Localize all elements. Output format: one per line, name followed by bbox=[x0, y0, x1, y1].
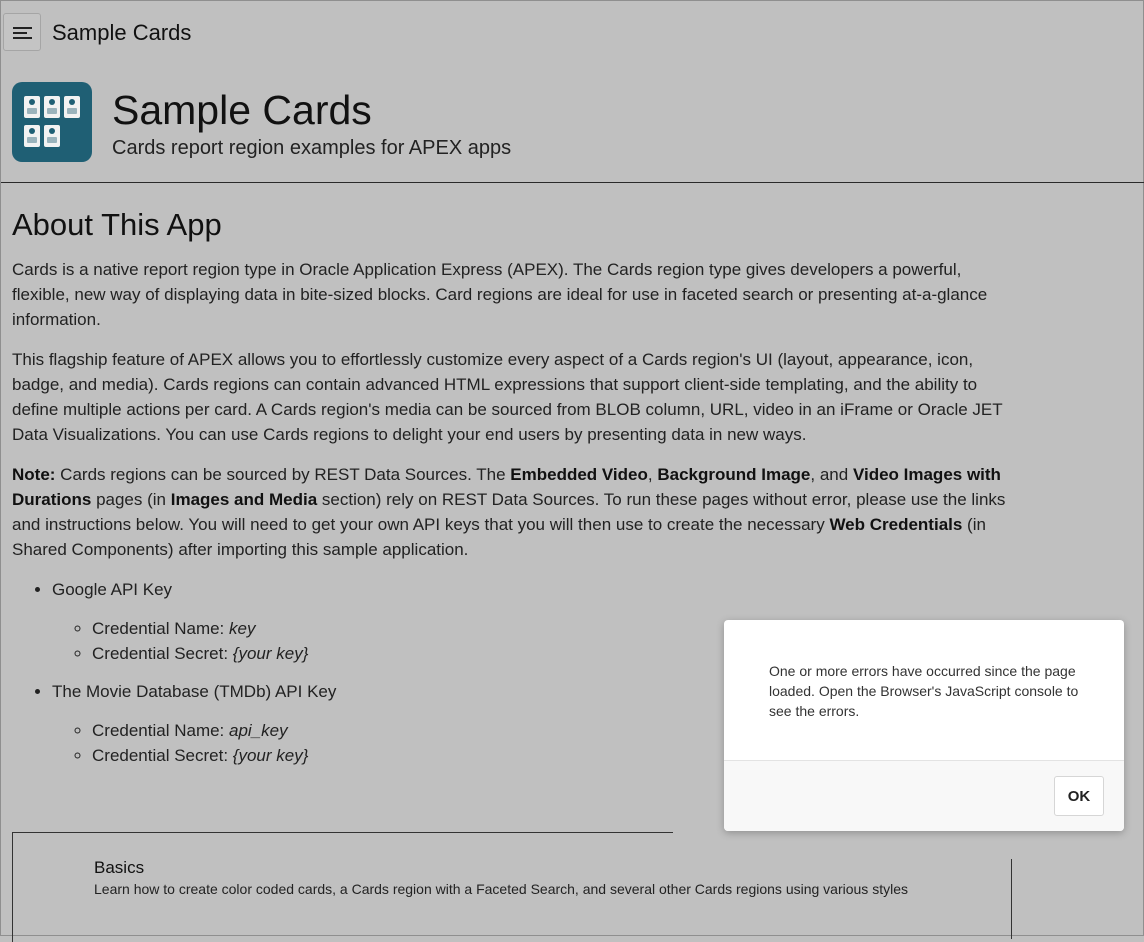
hamburger-menu-icon[interactable] bbox=[3, 13, 41, 51]
note-bold-web-credentials: Web Credentials bbox=[829, 515, 963, 534]
dialog-body: One or more errors have occurred since t… bbox=[724, 620, 1124, 761]
credential-secret-value: {your key} bbox=[232, 644, 309, 663]
note-label: Note: bbox=[12, 465, 56, 484]
note-bold-embedded-video: Embedded Video bbox=[510, 465, 648, 484]
api-key-label: The Movie Database (TMDb) API Key bbox=[52, 682, 337, 701]
about-paragraph-2: This flagship feature of APEX allows you… bbox=[12, 350, 1003, 444]
dialog-footer: OK bbox=[724, 761, 1124, 831]
ok-button[interactable]: OK bbox=[1054, 776, 1104, 816]
app-title[interactable]: Sample Cards bbox=[52, 20, 191, 46]
card-description: Learn how to create color coded cards, a… bbox=[94, 881, 908, 897]
note-text: , bbox=[647, 465, 658, 484]
credential-name-value: api_key bbox=[229, 721, 288, 740]
note-bold-background-image: Background Image bbox=[657, 465, 811, 484]
error-dialog: One or more errors have occurred since t… bbox=[724, 620, 1124, 831]
card-border bbox=[1011, 859, 1012, 939]
note-text: pages (in bbox=[91, 490, 171, 509]
hero-title: Sample Cards bbox=[112, 87, 372, 133]
app-cards-icon bbox=[12, 82, 92, 162]
basics-card[interactable]: Basics Learn how to create color coded c… bbox=[12, 832, 1012, 942]
page: Sample Cards Sample Cards Cards report r… bbox=[0, 0, 1144, 942]
note-bold-images-and-media: Images and Media bbox=[170, 490, 318, 509]
credential-name-value: key bbox=[229, 619, 256, 638]
about-paragraph-1: Cards is a native report region type in … bbox=[12, 260, 988, 329]
dialog-message: One or more errors have occurred since t… bbox=[769, 663, 1079, 719]
top-navigation-bar: Sample Cards bbox=[1, 1, 1144, 65]
credential-name-label: Credential Name: bbox=[92, 721, 230, 740]
card-border bbox=[13, 832, 673, 833]
card-title[interactable]: Basics bbox=[94, 858, 144, 878]
hero-subtitle: Cards report region examples for APEX ap… bbox=[112, 137, 512, 159]
about-note: Note: Cards regions can be sourced by RE… bbox=[12, 462, 1012, 562]
about-heading: About This App bbox=[12, 207, 222, 242]
credential-name-label: Credential Name: bbox=[92, 619, 230, 638]
credential-secret-label: Credential Secret: bbox=[92, 644, 233, 663]
note-text: , and bbox=[810, 465, 853, 484]
credential-secret-label: Credential Secret: bbox=[92, 746, 233, 765]
credential-secret-value: {your key} bbox=[232, 746, 309, 765]
hero-region: Sample Cards Cards report region example… bbox=[1, 65, 1144, 183]
api-key-label: Google API Key bbox=[52, 580, 173, 599]
note-text: Cards regions can be sourced by REST Dat… bbox=[55, 465, 511, 484]
